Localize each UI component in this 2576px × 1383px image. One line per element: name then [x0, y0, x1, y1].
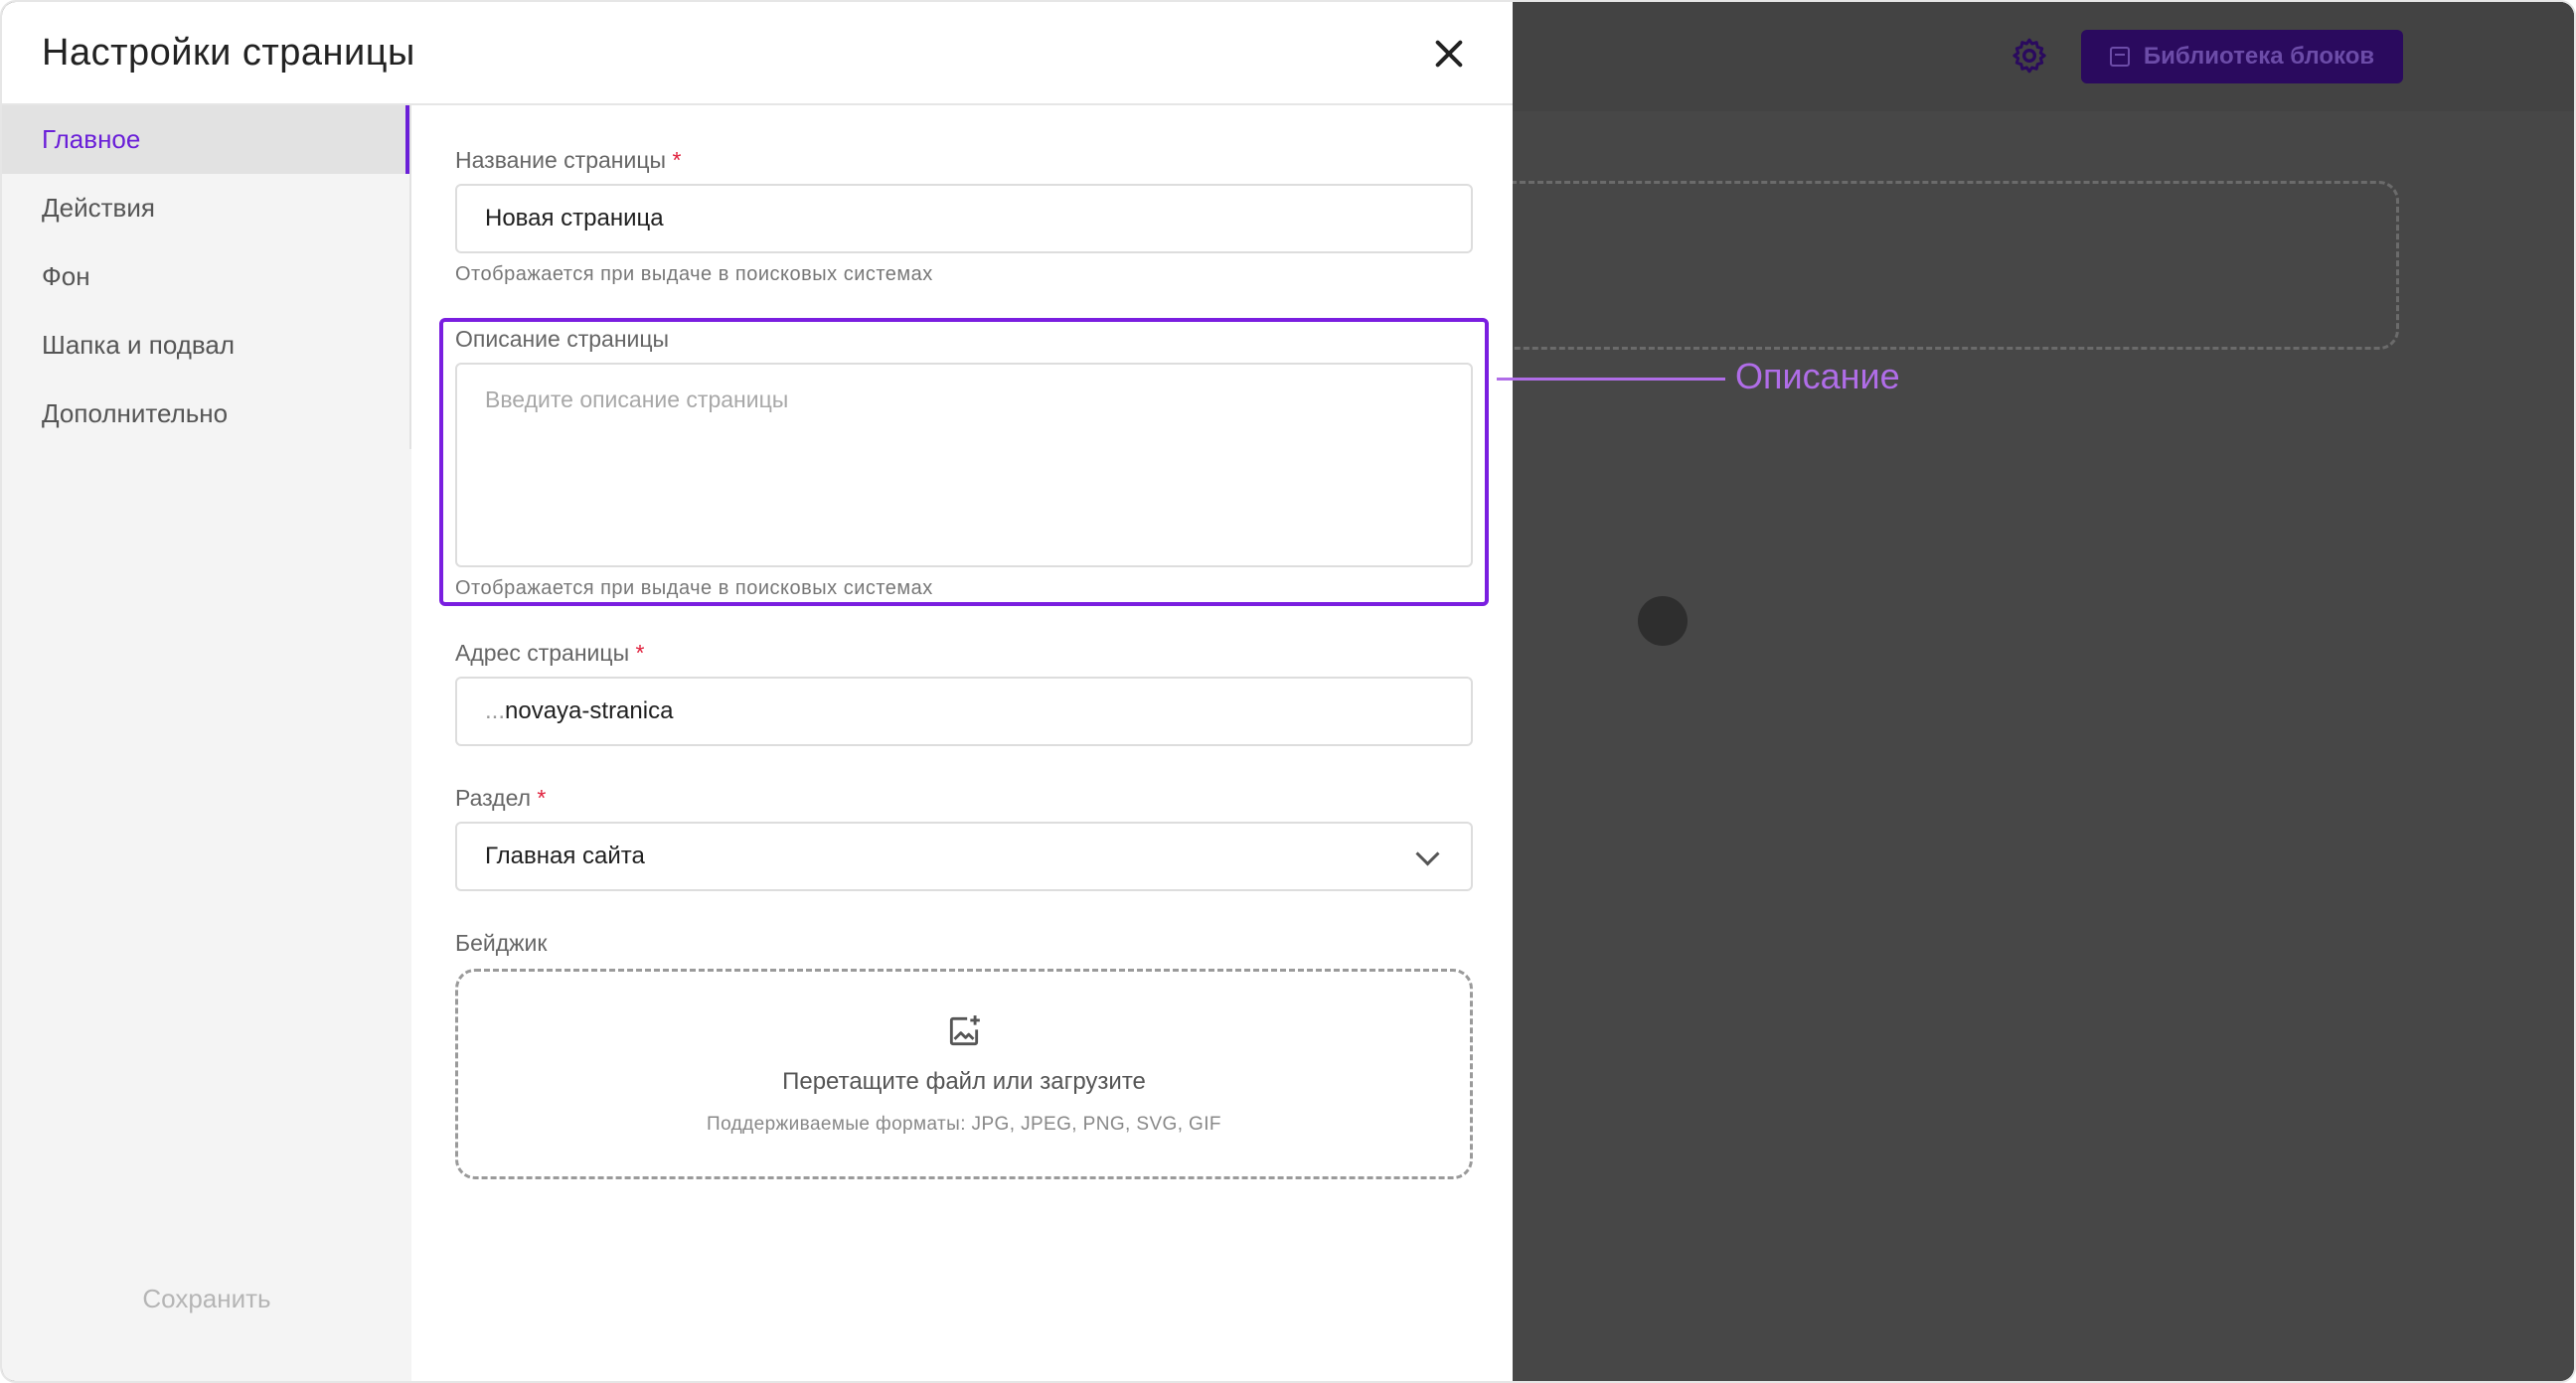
address-value: novaya-stranica [505, 697, 674, 724]
sidebar-item-header-footer[interactable]: Шапка и подвал [2, 311, 409, 380]
modal-header: Настройки страницы [2, 2, 1513, 105]
editor-drop-area [1473, 181, 2399, 350]
section-select[interactable]: Главная сайта [455, 822, 1473, 891]
dropzone-formats: Поддерживаемые форматы: JPG, JPEG, PNG, … [707, 1114, 1221, 1135]
page-settings-modal: Настройки страницы Главное Действия Фон … [2, 2, 1513, 1381]
required-mark: * [635, 640, 645, 666]
image-upload-icon [949, 1015, 980, 1046]
modal-title: Настройки страницы [42, 31, 415, 74]
page-name-hint: Отображается при выдаче в поисковых сист… [455, 263, 933, 285]
badge-label: Бейджик [455, 930, 548, 956]
block-library-label: Библиотека блоков [2143, 43, 2375, 70]
badge-dropzone[interactable]: Перетащите файл или загрузите Поддержива… [455, 969, 1473, 1179]
callout-label: Описание [1735, 356, 1900, 396]
page-section-field: Раздел * Главная сайта [455, 785, 1473, 891]
section-select-value: Главная сайта [485, 843, 645, 869]
sidebar-item-main[interactable]: Главное [2, 105, 409, 174]
required-mark: * [672, 147, 682, 173]
required-mark: * [537, 785, 547, 811]
page-address-field: Адрес страницы * ... novaya-stranica [455, 640, 1473, 746]
cursor-dot [1638, 596, 1688, 646]
description-highlight-frame [439, 318, 1489, 606]
gear-icon[interactable] [2010, 36, 2049, 76]
page-address-input[interactable]: ... novaya-stranica [455, 677, 1473, 746]
page-address-label: Адрес страницы * [455, 640, 645, 666]
badge-field: Бейджик Перетащите файл или загрузите По… [455, 930, 1473, 1179]
library-icon [2109, 47, 2130, 67]
sidebar-item-background[interactable]: Фон [2, 242, 409, 311]
address-prefix: ... [485, 697, 506, 724]
settings-content: Название страницы * Новая страница Отобр… [411, 105, 1513, 1381]
block-library-button[interactable]: Библиотека блоков [2081, 30, 2403, 83]
page-section-label: Раздел * [455, 785, 547, 811]
sidebar-item-advanced[interactable]: Дополнительно [2, 380, 409, 448]
settings-sidebar: Главное Действия Фон Шапка и подвал Допо… [2, 105, 411, 1381]
sidebar-nav: Главное Действия Фон Шапка и подвал Допо… [2, 105, 411, 449]
sidebar-item-actions[interactable]: Действия [2, 174, 409, 242]
page-name-label: Название страницы * [455, 147, 682, 173]
close-icon[interactable] [1429, 34, 1469, 74]
chevron-down-icon [1415, 845, 1437, 867]
page-name-field: Название страницы * Новая страница Отобр… [455, 147, 1473, 286]
page-name-input[interactable]: Новая страница [455, 184, 1473, 253]
callout-line [1497, 378, 1725, 381]
dropzone-title: Перетащите файл или загрузите [782, 1068, 1146, 1095]
editor-backdrop: Библиотека блоков [1473, 2, 2574, 1381]
save-button[interactable]: Сохранить [2, 1284, 411, 1314]
app-frame: Библиотека блоков Настройки страницы Гла… [0, 0, 2576, 1383]
